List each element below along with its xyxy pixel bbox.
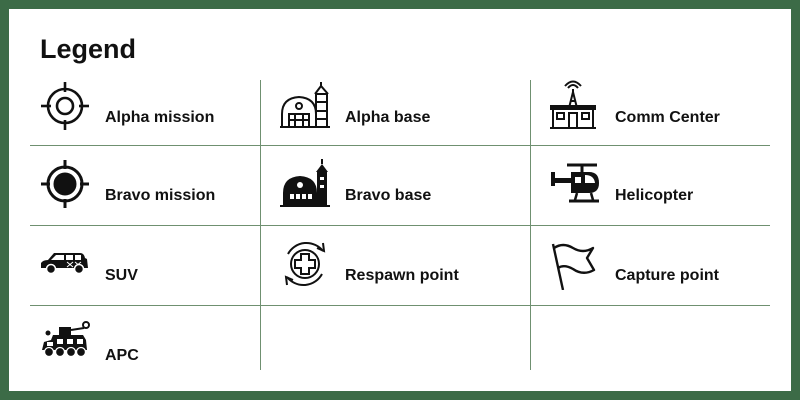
legend-item-helicopter: Helicopter [540,158,770,222]
legend-item-alpha-base: Alpha base [270,80,500,144]
row-divider [30,225,770,226]
row-divider [30,145,770,146]
legend-item-label: Capture point [615,267,719,284]
crosshair-filled-icon [39,158,91,210]
legend-item-label: Respawn point [345,267,459,284]
comm-tower-building-icon [549,80,601,132]
legend-item-capture-point: Capture point [540,238,770,302]
legend-item-label: Alpha mission [105,109,215,126]
legend-item-bravo-base: Bravo base [270,158,500,222]
hangar-outline-icon [279,80,331,132]
legend-item-respawn-point: Respawn point [270,238,500,302]
legend-item-label: Comm Center [615,109,720,126]
crosshair-outline-icon [39,80,91,132]
legend-item-label: Bravo mission [105,187,216,204]
apc-icon [39,318,91,370]
legend-item-label: Helicopter [615,187,694,204]
flag-icon [549,238,601,290]
legend-item-suv: SUV [30,238,260,302]
legend-item-bravo-mission: Bravo mission [30,158,260,222]
row-divider [30,305,770,306]
helicopter-icon [549,158,601,210]
respawn-plus-icon [279,238,331,290]
legend-item-label: Bravo base [345,187,432,204]
column-divider [260,80,261,370]
suv-icon [39,238,91,290]
column-divider [530,80,531,370]
legend-item-label: APC [105,347,139,364]
legend-item-alpha-mission: Alpha mission [30,80,260,144]
hangar-filled-icon [279,158,331,210]
legend-title: Legend [40,34,137,64]
legend-item-label: Alpha base [345,109,431,126]
legend-item-apc: APC [30,318,260,382]
legend-item-label: SUV [105,267,138,284]
legend-item-comm-center: Comm Center [540,80,770,144]
